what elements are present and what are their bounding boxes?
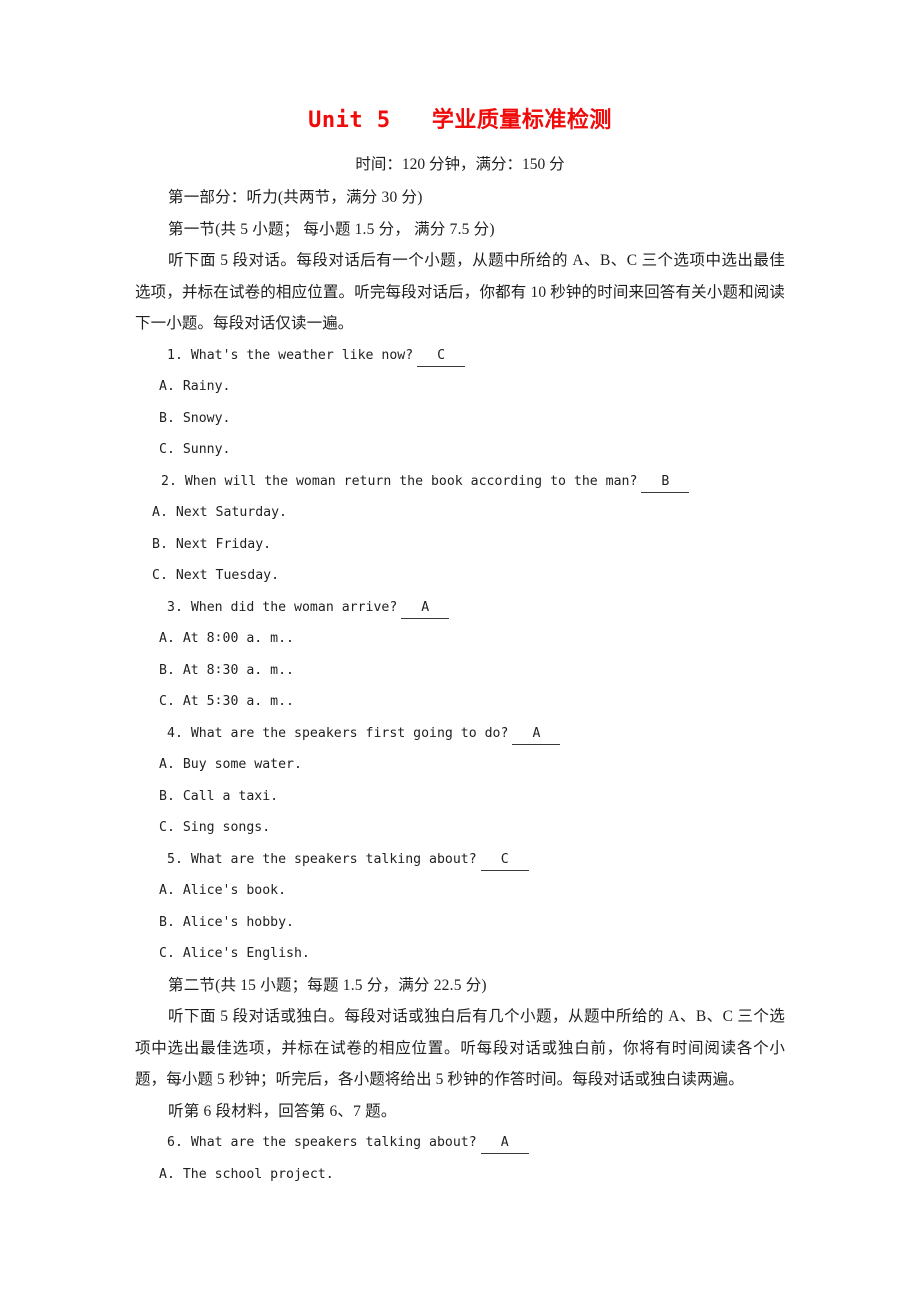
answer-blank[interactable]: C [417, 347, 466, 367]
page-title: Unit 5 学业质量标准检测 [308, 108, 612, 133]
option-line[interactable]: A. At 8∶00 a. m.. [135, 623, 785, 655]
option-line[interactable]: A. Buy some water. [135, 749, 785, 781]
question-block-5: 5. What are the speakers talking about? C… [135, 844, 785, 970]
option-line[interactable]: C. Sing songs. [135, 812, 785, 844]
option-line[interactable]: B. Snowy. [135, 403, 785, 435]
option-line[interactable]: A. Alice's book. [135, 875, 785, 907]
answer-blank[interactable]: A [480, 1134, 529, 1154]
option-line[interactable]: C. Sunny. [135, 434, 785, 466]
question-line: 4. What are the speakers first going to … [135, 718, 785, 750]
option-line[interactable]: B. Next Friday. [135, 529, 785, 561]
question-text: What's the weather like now? [190, 347, 414, 363]
option-line[interactable]: C. Alice's English. [135, 938, 785, 970]
material-6-note: 听第 6 段材料，回答第 6、7 题。 [168, 1102, 397, 1120]
question-number: 6. [167, 1135, 183, 1150]
answer-blank[interactable]: A [512, 725, 561, 745]
answer-blank[interactable]: B [641, 473, 690, 493]
question-block-4: 4. What are the speakers first going to … [135, 718, 785, 844]
question-number: 2. [161, 473, 177, 489]
question-text: When will the woman return the book acco… [184, 473, 638, 489]
option-line[interactable]: A. The school project. [135, 1159, 785, 1191]
question-block-2: 2. When will the woman return the book a… [135, 466, 785, 592]
section2-heading: 第二节(共 15 小题；每题 1.5 分，满分 22.5 分) [168, 976, 487, 994]
option-line[interactable]: A. Next Saturday. [135, 497, 785, 529]
question-number: 4. [167, 725, 183, 741]
exam-info-subtitle: 时间：120 分钟，满分：150 分 [355, 156, 565, 173]
option-line[interactable]: B. Call a taxi. [135, 781, 785, 813]
question-line: 5. What are the speakers talking about? C [135, 844, 785, 876]
question-text: What are the speakers talking about? [190, 851, 477, 867]
option-line[interactable]: C. Next Tuesday. [135, 560, 785, 592]
answer-blank[interactable]: C [480, 851, 529, 871]
question-text: What are the speakers first going to do? [190, 725, 509, 741]
question-line: 3. When did the woman arrive? A [135, 592, 785, 624]
question-block-1: 1. What's the weather like now? C A. Rain… [135, 340, 785, 466]
section2-instructions: 听下面 5 段对话或独白。每段对话或独白后有几个小题，从题中所给的 A、B、C … [135, 1008, 785, 1088]
question-text: What are the speakers talking about? [190, 1135, 477, 1150]
question-line: 1. What's the weather like now? C [135, 340, 785, 372]
answer-blank[interactable]: A [401, 599, 450, 619]
option-line[interactable]: B. At 8∶30 a. m.. [135, 655, 785, 687]
question-number: 3. [167, 599, 183, 615]
option-line[interactable]: C. At 5∶30 a. m.. [135, 686, 785, 718]
question-block-3: 3. When did the woman arrive? A A. At 8∶0… [135, 592, 785, 718]
question-number: 1. [167, 347, 183, 363]
section1-heading: 第一节(共 5 小题； 每小题 1.5 分， 满分 7.5 分) [168, 220, 495, 238]
option-line[interactable]: B. Alice's hobby. [135, 907, 785, 939]
document-page: Unit 5 学业质量标准检测 时间：120 分钟，满分：150 分 第一部分：… [0, 0, 920, 1302]
question-line: 6. What are the speakers talking about? A [135, 1127, 785, 1159]
question-line: 2. When will the woman return the book a… [135, 466, 785, 498]
section1-instructions: 听下面 5 段对话。每段对话后有一个小题，从题中所给的 A、B、C 三个选项中选… [135, 252, 785, 332]
question-number: 5. [167, 851, 183, 867]
part1-heading: 第一部分：听力(共两节，满分 30 分) [168, 189, 423, 206]
question-block-6: 6. What are the speakers talking about? A… [135, 1127, 785, 1190]
question-text: When did the woman arrive? [190, 599, 398, 615]
option-line[interactable]: A. Rainy. [135, 371, 785, 403]
